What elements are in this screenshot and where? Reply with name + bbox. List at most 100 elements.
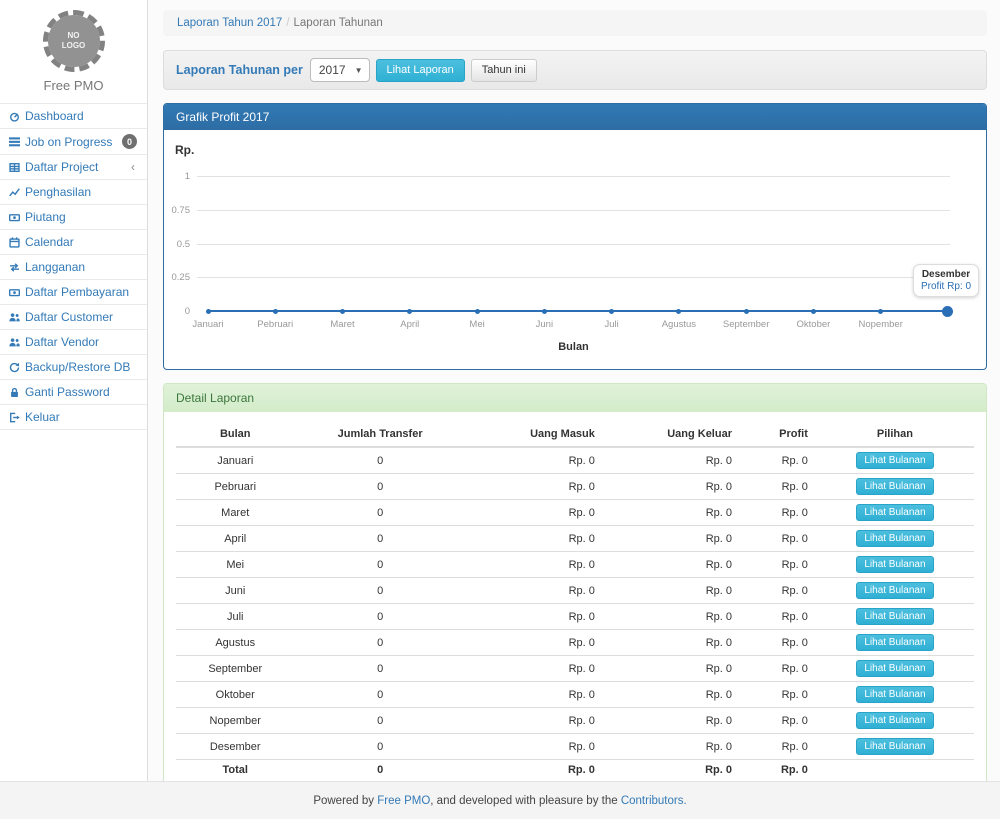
x-axis-tick: Juni bbox=[510, 319, 578, 330]
x-axis-tick: Agustus bbox=[645, 319, 713, 330]
table-cell: 0 bbox=[294, 447, 465, 474]
view-monthly-button-juni[interactable]: Lihat Bulanan bbox=[856, 582, 933, 599]
table-cell: Mei bbox=[176, 552, 294, 578]
table-cell: Rp. 0 bbox=[740, 526, 816, 552]
table-cell: Rp. 0 bbox=[466, 474, 603, 500]
detail-report-panel: Detail Laporan BulanJumlah TransferUang … bbox=[163, 383, 987, 781]
data-point-januari[interactable] bbox=[206, 309, 211, 314]
table-row-september: September0Rp. 0Rp. 0Rp. 0Lihat Bulanan bbox=[176, 656, 974, 682]
main-content: Laporan Tahun 2017/Laporan Tahunan Lapor… bbox=[148, 0, 1000, 781]
view-monthly-button-oktober[interactable]: Lihat Bulanan bbox=[856, 686, 933, 703]
data-point-oktober[interactable] bbox=[811, 309, 816, 314]
view-monthly-button-agustus[interactable]: Lihat Bulanan bbox=[856, 634, 933, 651]
footer-text-prefix: Powered by bbox=[313, 795, 377, 807]
footer-link-contributors[interactable]: Contributors. bbox=[621, 795, 687, 807]
table-cell: Rp. 0 bbox=[740, 630, 816, 656]
sidebar-item-daftar-pembayaran[interactable]: Daftar Pembayaran bbox=[0, 279, 147, 304]
x-axis-tick: Pebruari bbox=[241, 319, 309, 330]
table-cell: 0 bbox=[294, 500, 465, 526]
table-row-juni: Juni0Rp. 0Rp. 0Rp. 0Lihat Bulanan bbox=[176, 578, 974, 604]
tooltip-value: Profit Rp: 0 bbox=[921, 281, 971, 292]
y-axis-label: Rp. bbox=[175, 143, 194, 157]
sidebar-item-label: Keluar bbox=[25, 410, 139, 424]
sidebar-item-dashboard[interactable]: Dashboard bbox=[0, 103, 147, 128]
sidebar-item-label: Daftar Customer bbox=[25, 310, 139, 324]
table-cell: Rp. 0 bbox=[740, 447, 816, 474]
view-monthly-button-september[interactable]: Lihat Bulanan bbox=[856, 660, 933, 677]
view-monthly-button-april[interactable]: Lihat Bulanan bbox=[856, 530, 933, 547]
x-axis-tick: Januari bbox=[174, 319, 242, 330]
data-point-mei[interactable] bbox=[475, 309, 480, 314]
table-cell: 0 bbox=[294, 656, 465, 682]
sidebar-item-calendar[interactable]: Calendar bbox=[0, 229, 147, 254]
view-monthly-button-juli[interactable]: Lihat Bulanan bbox=[856, 608, 933, 625]
view-report-button[interactable]: Lihat Laporan bbox=[376, 59, 465, 82]
footer-link-freepmo[interactable]: Free PMO bbox=[377, 795, 430, 807]
data-point-april[interactable] bbox=[407, 309, 412, 314]
table-cell: Rp. 0 bbox=[603, 447, 740, 474]
table-cell: 0 bbox=[294, 526, 465, 552]
table-cell: Rp. 0 bbox=[740, 552, 816, 578]
table-cell: Rp. 0 bbox=[740, 656, 816, 682]
view-monthly-button-desember[interactable]: Lihat Bulanan bbox=[856, 738, 933, 755]
table-cell: Rp. 0 bbox=[740, 474, 816, 500]
tasks-icon bbox=[9, 136, 25, 147]
table-row-maret: Maret0Rp. 0Rp. 0Rp. 0Lihat Bulanan bbox=[176, 500, 974, 526]
year-select-value: 2017 bbox=[319, 63, 346, 77]
table-cell: Rp. 0 bbox=[466, 708, 603, 734]
calendar-icon bbox=[9, 237, 25, 248]
sidebar-item-label: Penghasilan bbox=[25, 185, 139, 199]
table-cell: Total bbox=[176, 760, 294, 781]
sidebar-item-keluar[interactable]: Keluar bbox=[0, 404, 147, 430]
table-cell: Rp. 0 bbox=[466, 578, 603, 604]
sidebar-item-daftar-project[interactable]: Daftar Project‹ bbox=[0, 154, 147, 179]
sidebar-item-job-on-progress[interactable]: Job on Progress0 bbox=[0, 128, 147, 154]
x-axis-label: Bulan bbox=[534, 341, 614, 353]
brand-name: Free PMO bbox=[0, 78, 147, 93]
table-cell: Rp. 0 bbox=[740, 734, 816, 760]
data-point-september[interactable] bbox=[744, 309, 749, 314]
sidebar-item-daftar-customer[interactable]: Daftar Customer bbox=[0, 304, 147, 329]
table-total-row: Total0Rp. 0Rp. 0Rp. 0 bbox=[176, 760, 974, 781]
page: NO LOGO Free PMO DashboardJob on Progres… bbox=[0, 0, 1000, 819]
data-point-juli[interactable] bbox=[609, 309, 614, 314]
profit-line-chart: Rp.10.750.50.250JanuariPebruariMaretApri… bbox=[164, 130, 986, 369]
view-monthly-button-januari[interactable]: Lihat Bulanan bbox=[856, 452, 933, 469]
data-point-nopember[interactable] bbox=[878, 309, 883, 314]
sidebar-item-daftar-vendor[interactable]: Daftar Vendor bbox=[0, 329, 147, 354]
sidebar-item-backup-restore-db[interactable]: Backup/Restore DB bbox=[0, 354, 147, 379]
sidebar-item-langganan[interactable]: Langganan bbox=[0, 254, 147, 279]
data-point-maret[interactable] bbox=[340, 309, 345, 314]
x-axis-tick: Mei bbox=[443, 319, 511, 330]
sidebar-item-label: Backup/Restore DB bbox=[25, 360, 139, 374]
data-point-desember[interactable] bbox=[942, 306, 953, 317]
x-axis-tick: Nopember bbox=[847, 319, 915, 330]
data-point-agustus[interactable] bbox=[676, 309, 681, 314]
current-year-button[interactable]: Tahun ini bbox=[471, 59, 537, 82]
view-monthly-button-pebruari[interactable]: Lihat Bulanan bbox=[856, 478, 933, 495]
view-monthly-button-maret[interactable]: Lihat Bulanan bbox=[856, 504, 933, 521]
users-icon bbox=[9, 312, 25, 323]
view-monthly-button-mei[interactable]: Lihat Bulanan bbox=[856, 556, 933, 573]
footer-text-middle: , and developed with pleasure by the bbox=[430, 795, 621, 807]
table-cell: 0 bbox=[294, 734, 465, 760]
line-chart-icon bbox=[9, 187, 25, 198]
sidebar-item-ganti-password[interactable]: Ganti Password bbox=[0, 379, 147, 404]
data-point-pebruari[interactable] bbox=[273, 309, 278, 314]
sidebar-item-penghasilan[interactable]: Penghasilan bbox=[0, 179, 147, 204]
table-row-juli: Juli0Rp. 0Rp. 0Rp. 0Lihat Bulanan bbox=[176, 604, 974, 630]
sidebar-item-piutang[interactable]: Piutang bbox=[0, 204, 147, 229]
chart-tooltip: Desember Profit Rp: 0 bbox=[913, 264, 979, 297]
table-cell: Rp. 0 bbox=[740, 682, 816, 708]
table-cell: Maret bbox=[176, 500, 294, 526]
table-cell: Rp. 0 bbox=[603, 708, 740, 734]
tooltip-title: Desember bbox=[921, 269, 971, 280]
y-axis-tick: 0.75 bbox=[164, 205, 190, 216]
sidebar-nav: DashboardJob on Progress0Daftar Project‹… bbox=[0, 103, 147, 430]
view-monthly-button-nopember[interactable]: Lihat Bulanan bbox=[856, 712, 933, 729]
table-cell: Rp. 0 bbox=[603, 760, 740, 781]
year-select[interactable]: 2017 ▼ bbox=[310, 58, 370, 82]
table-cell: Rp. 0 bbox=[603, 526, 740, 552]
data-point-juni[interactable] bbox=[542, 309, 547, 314]
breadcrumb-link[interactable]: Laporan Tahun 2017 bbox=[177, 17, 282, 29]
